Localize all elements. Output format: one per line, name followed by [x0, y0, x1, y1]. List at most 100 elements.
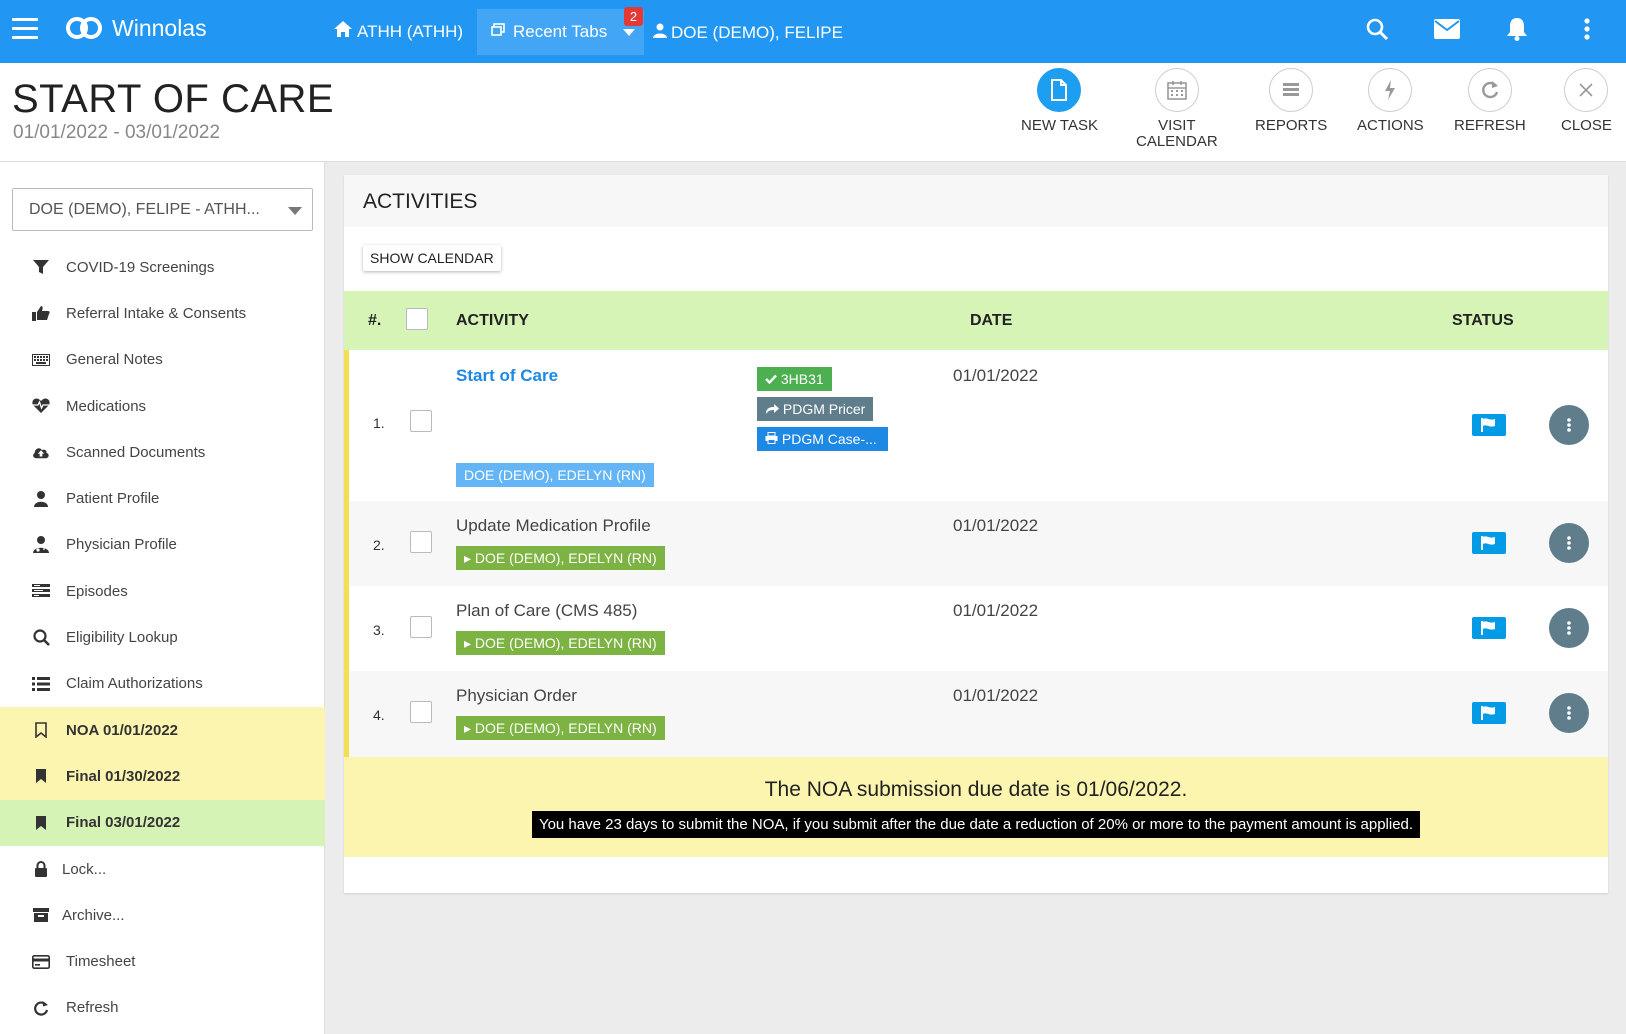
column-header-date: DATE [970, 312, 1013, 329]
sidebar-item-label: Episodes [66, 582, 128, 600]
windows-icon [491, 22, 505, 42]
sidebar-item-final-0301[interactable]: Final 03/01/2022 [0, 799, 325, 846]
sidebar-item-patient-profile[interactable]: Patient Profile [0, 475, 325, 521]
visit-calendar-label-line1: VISIT [1158, 117, 1196, 134]
sidebar-item-claim-authorizations[interactable]: Claim Authorizations [0, 661, 325, 707]
visit-calendar-button[interactable]: VISIT CALENDAR [1136, 68, 1218, 150]
column-header-activity: ACTIVITY [456, 312, 529, 329]
activity-title[interactable]: Physician Order [456, 686, 577, 706]
row-checkbox[interactable] [410, 410, 432, 432]
noa-due-banner: The NOA submission due date is 01/06/202… [344, 757, 1608, 857]
brand-name: Winnolas [112, 14, 207, 41]
sidebar-item-final-0130[interactable]: Final 01/30/2022 [0, 753, 325, 800]
new-task-label: NEW TASK [1021, 117, 1098, 134]
table-row: 4. Physician Order 01/01/2022 ▸ DOE (DEM… [344, 671, 1608, 757]
brand-logo[interactable]: Winnolas [66, 14, 207, 42]
check-icon [765, 371, 777, 387]
patient-episode-select[interactable]: DOE (DEMO), FELIPE - ATHH... [12, 188, 313, 231]
flag-icon[interactable] [1472, 617, 1506, 639]
bookmark-icon [32, 814, 50, 832]
caret-right-icon: ▸ [464, 550, 472, 566]
table-row: 2. Update Medication Profile 01/01/2022 … [344, 501, 1608, 586]
assignee-tag[interactable]: ▸ DOE (DEMO), EDELYN (RN) [456, 716, 665, 740]
recent-tabs-button[interactable]: Recent Tabs 2 [477, 7, 644, 55]
row-actions-menu-icon[interactable] [1549, 693, 1589, 733]
row-actions-menu-icon[interactable] [1549, 608, 1589, 648]
keyboard-icon [32, 351, 50, 369]
sidebar-item-label: Eligibility Lookup [66, 629, 178, 647]
sidebar-item-timesheet[interactable]: Timesheet [0, 938, 325, 984]
sidebar-item-noa[interactable]: NOA 01/01/2022 [0, 706, 325, 754]
refresh-icon [1467, 68, 1512, 112]
user-icon [32, 490, 50, 508]
refresh-button[interactable]: REFRESH [1454, 68, 1526, 134]
share-icon [765, 401, 779, 417]
row-actions-menu-icon[interactable] [1549, 523, 1589, 563]
row-checkbox[interactable] [410, 616, 432, 638]
assignee-name: DOE (DEMO), EDELYN (RN) [474, 635, 657, 651]
list-box-icon [32, 582, 50, 600]
activities-panel: ACTIVITIES SHOW CALENDAR #. ACTIVITY DAT… [344, 175, 1608, 893]
new-task-button[interactable]: NEW TASK [1021, 68, 1098, 134]
mail-icon[interactable] [1434, 16, 1460, 42]
activity-link[interactable]: Start of Care [456, 366, 558, 386]
noa-due-message: The NOA submission due date is 01/06/202… [764, 778, 1188, 801]
table-row: 1. Start of Care 3HB31 PDGM Pricer PDGM … [344, 350, 1608, 501]
user-icon [653, 23, 667, 43]
row-number: 1. [373, 415, 385, 431]
sidebar-menu: COVID-19 Screenings Referral Intake & Co… [0, 244, 325, 1031]
sidebar-item-archive[interactable]: Archive... [0, 892, 325, 938]
close-label: CLOSE [1561, 117, 1612, 134]
show-calendar-button[interactable]: SHOW CALENDAR [363, 245, 501, 271]
flag-icon[interactable] [1472, 702, 1506, 724]
search-icon[interactable] [1364, 16, 1390, 42]
pdgm-pricer-button[interactable]: PDGM Pricer [757, 397, 874, 421]
sidebar-item-label: Scanned Documents [66, 443, 206, 461]
more-vertical-icon[interactable] [1574, 16, 1600, 42]
code-badge-label: 3HB31 [780, 371, 824, 387]
current-patient-link[interactable]: DOE (DEMO), FELIPE [653, 23, 843, 43]
hamburger-menu-icon[interactable] [12, 18, 38, 40]
sidebar-item-refresh[interactable]: Refresh [0, 985, 325, 1031]
bell-icon[interactable] [1504, 16, 1530, 42]
list-icon [32, 675, 50, 693]
activity-date: 01/01/2022 [953, 366, 1039, 385]
row-actions-menu-icon[interactable] [1549, 405, 1589, 445]
close-button[interactable]: CLOSE [1561, 68, 1612, 134]
flag-icon[interactable] [1472, 532, 1506, 554]
sidebar-item-label: Final 03/01/2022 [66, 814, 181, 832]
activities-heading: ACTIVITIES [344, 175, 1608, 227]
table-row: 3. Plan of Care (CMS 485) 01/01/2022 ▸ D… [344, 586, 1608, 671]
visit-calendar-label-line2: CALENDAR [1136, 133, 1218, 150]
refresh-label: REFRESH [1454, 117, 1526, 134]
reports-button[interactable]: REPORTS [1255, 68, 1327, 134]
activity-title[interactable]: Update Medication Profile [456, 516, 651, 536]
row-checkbox[interactable] [410, 701, 432, 723]
agency-home-link[interactable]: ATHH (ATHH) [333, 20, 463, 43]
sidebar-item-episodes[interactable]: Episodes [0, 568, 325, 614]
row-checkbox[interactable] [410, 531, 432, 553]
sidebar-item-eligibility-lookup[interactable]: Eligibility Lookup [0, 614, 325, 660]
activity-title[interactable]: Plan of Care (CMS 485) [456, 601, 637, 621]
select-all-checkbox[interactable] [406, 308, 428, 330]
assignee-tag[interactable]: ▸ DOE (DEMO), EDELYN (RN) [456, 546, 665, 570]
lock-icon [32, 860, 50, 878]
credit-card-icon [32, 953, 50, 971]
sidebar-item-covid-screenings[interactable]: COVID-19 Screenings [0, 244, 325, 290]
sidebar-item-scanned-documents[interactable]: Scanned Documents [0, 429, 325, 475]
sidebar-item-general-notes[interactable]: General Notes [0, 337, 325, 383]
sidebar-item-referral-intake[interactable]: Referral Intake & Consents [0, 290, 325, 336]
code-badge[interactable]: 3HB31 [757, 367, 832, 391]
row-number: 4. [373, 707, 385, 723]
actions-button[interactable]: ACTIONS [1357, 68, 1424, 134]
sidebar-item-label: Physician Profile [66, 536, 177, 554]
pdgm-casemix-button[interactable]: PDGM Case-... [757, 427, 888, 451]
flag-icon[interactable] [1472, 414, 1506, 436]
assignee-tag[interactable]: DOE (DEMO), EDELYN (RN) [456, 463, 654, 487]
sidebar-item-physician-profile[interactable]: Physician Profile [0, 522, 325, 568]
sidebar-item-medications[interactable]: Medications [0, 383, 325, 429]
assignee-tag[interactable]: ▸ DOE (DEMO), EDELYN (RN) [456, 631, 665, 655]
sidebar-item-label: Medications [66, 397, 147, 415]
caret-right-icon: ▸ [464, 635, 472, 651]
sidebar-item-lock[interactable]: Lock... [0, 846, 325, 892]
